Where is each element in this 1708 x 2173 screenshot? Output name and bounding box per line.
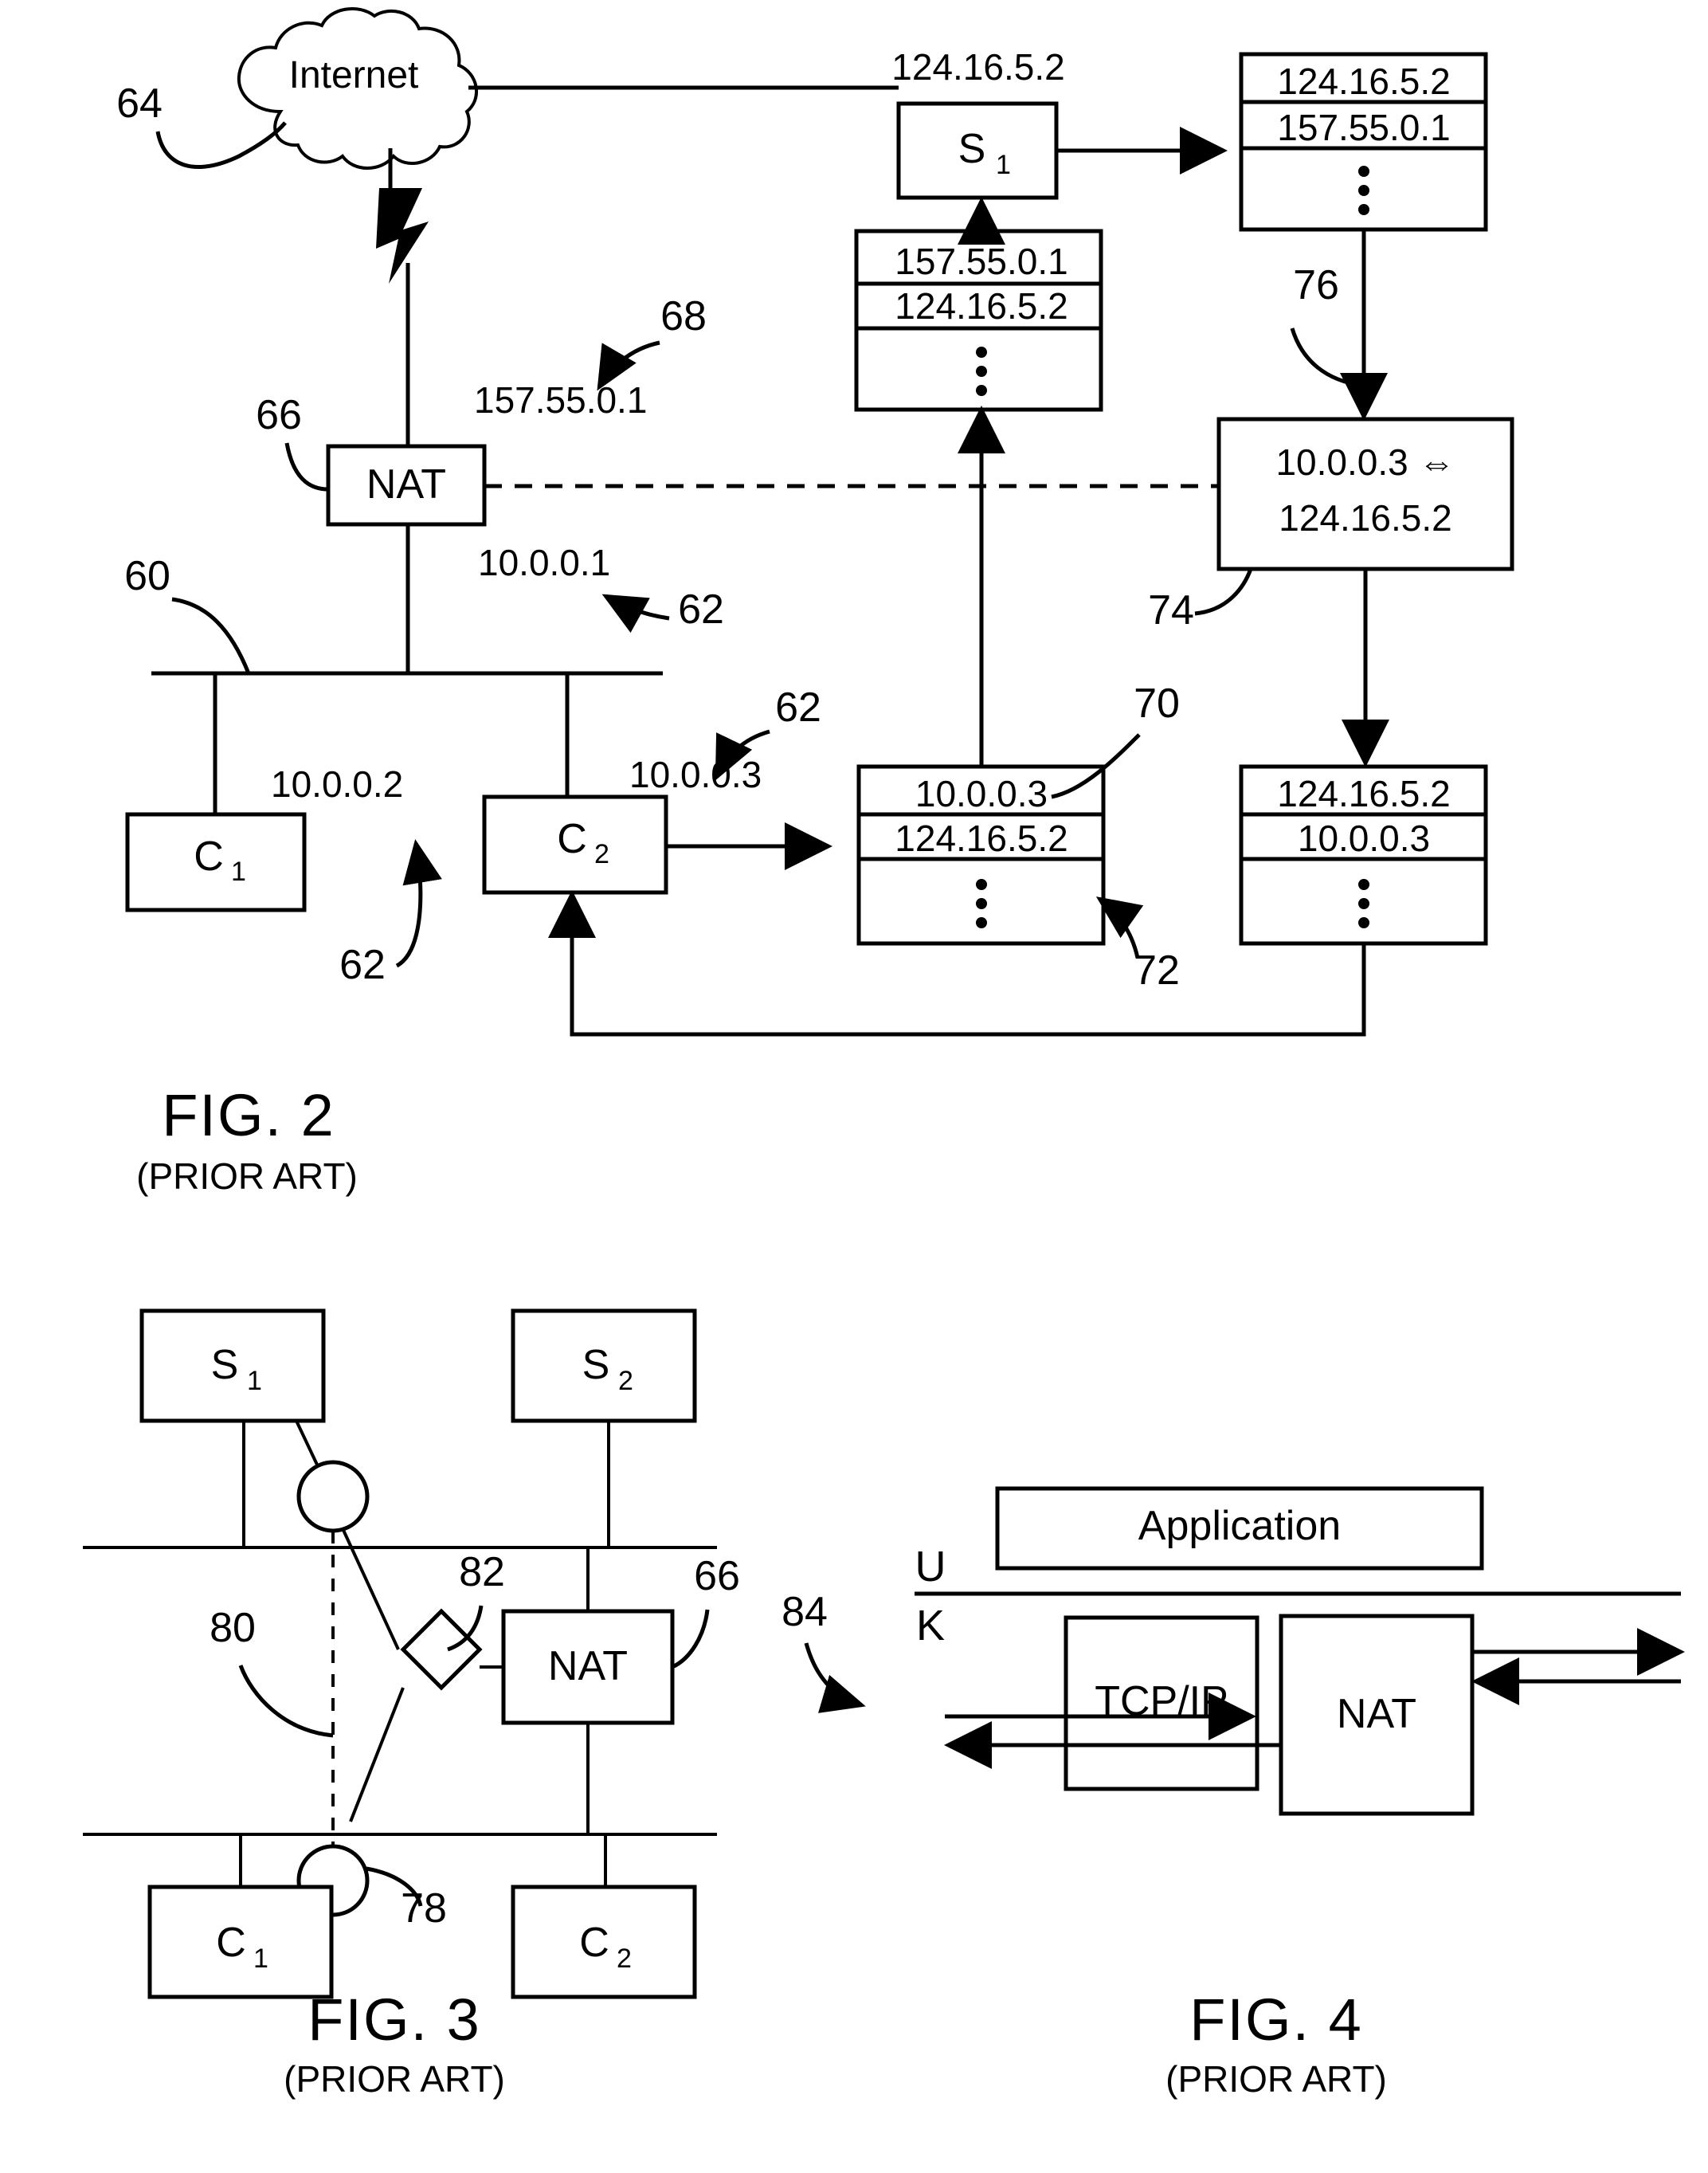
fig4-caption-note: (PRIOR ART) — [1165, 2058, 1387, 2100]
ref-66-fig2: 66 — [256, 392, 329, 492]
ref-76: 76 — [1290, 262, 1365, 388]
kernel-space-label: K — [916, 1602, 945, 1649]
client2-sub-fig2: 2 — [594, 839, 609, 869]
svg-text:124.16.5.2: 124.16.5.2 — [1277, 61, 1450, 102]
nat-label-fig3: NAT — [548, 1643, 628, 1689]
client2-box-fig3: C 2 — [511, 1885, 697, 1999]
ip-server1-label: 124.16.5.2 — [891, 46, 1064, 88]
ref-74: 74 — [1148, 568, 1253, 633]
svg-text:76: 76 — [1293, 262, 1339, 308]
server2-label-fig3: S — [582, 1342, 610, 1388]
ip-client2-label: 10.0.0.3 — [629, 754, 762, 795]
svg-text:66: 66 — [256, 392, 302, 438]
client2-sub-fig3: 2 — [617, 1944, 632, 1974]
nat-mapping-box: 10.0.0.3 ⇔ 124.16.5.2 — [1216, 417, 1514, 571]
svg-text:80: 80 — [210, 1605, 256, 1651]
svg-text:124.16.5.2: 124.16.5.2 — [895, 285, 1068, 327]
client1-label-fig2: C — [194, 834, 224, 880]
ref-80: 80 — [210, 1605, 334, 1738]
ref-78: 78 — [366, 1866, 447, 1932]
svg-text:62: 62 — [339, 942, 386, 988]
svg-text:10.0.0.3: 10.0.0.3 — [1298, 818, 1430, 859]
fig4-caption: FIG. 4 — [1189, 1987, 1363, 2053]
ip-client1-label: 10.0.0.2 — [271, 763, 403, 805]
nat-box-fig3: NAT — [480, 1547, 675, 1834]
ip-nat-private-label: 10.0.0.1 — [478, 542, 610, 583]
svg-text:124.16.5.2: 124.16.5.2 — [1277, 773, 1450, 814]
svg-text:72: 72 — [1134, 947, 1180, 994]
client1-box-fig2: C 1 — [125, 812, 307, 912]
endpoint-circle-top — [295, 1420, 370, 1533]
ref-66-fig3: 66 — [671, 1553, 740, 1669]
svg-text:84: 84 — [782, 1589, 828, 1635]
ref-72: 72 — [1095, 896, 1180, 994]
mapping-line-2: 124.16.5.2 — [1279, 497, 1451, 539]
svg-text:68: 68 — [660, 293, 707, 339]
ref-68: 68 — [597, 293, 707, 391]
packet-s1-reply: 124.16.5.2 157.55.0.1 — [1239, 52, 1488, 232]
svg-text:78: 78 — [401, 1885, 447, 1932]
svg-text:157.55.0.1: 157.55.0.1 — [895, 241, 1068, 282]
fig3-caption: FIG. 3 — [308, 1987, 481, 2053]
svg-text:10.0.0.3: 10.0.0.3 — [915, 773, 1048, 814]
internet-cloud: Internet — [237, 6, 479, 170]
server1-label-fig3: S — [211, 1342, 239, 1388]
wireless-bolt-icon — [376, 148, 429, 321]
patent-drawing-page: Internet 64 NAT 66 157.55.0.1 68 60 10.0… — [0, 0, 1708, 2173]
nat-box-fig2: NAT — [326, 444, 487, 527]
ref-64: 64 — [116, 80, 287, 169]
client2-label-fig3: C — [579, 1920, 609, 1966]
ref-60: 60 — [124, 553, 251, 674]
packet-nat-inbound: 124.16.5.2 10.0.0.3 — [1239, 764, 1488, 946]
server2-box-fig3: S 2 — [511, 1308, 697, 1423]
nat-label-fig4: NAT — [1337, 1691, 1416, 1737]
client1-sub-fig2: 1 — [231, 857, 246, 887]
nat-box-fig4: NAT — [1279, 1614, 1475, 1816]
client2-label-fig2: C — [557, 816, 587, 862]
svg-text:124.16.5.2: 124.16.5.2 — [895, 818, 1068, 859]
fig2-caption: FIG. 2 — [162, 1082, 335, 1148]
ref-84: 84 — [782, 1589, 866, 1713]
client1-box-fig3: C 1 — [147, 1885, 334, 1999]
packet-nat-outbound: 157.55.0.1 124.16.5.2 — [854, 229, 1103, 412]
svg-text:66: 66 — [694, 1553, 740, 1599]
tcpip-box: TCP/IP — [1064, 1615, 1259, 1791]
client1-sub-fig3: 1 — [253, 1944, 268, 1974]
svg-text:82: 82 — [459, 1549, 505, 1595]
server1-box-fig3: S 1 — [139, 1308, 326, 1423]
server1-sub-fig2: 1 — [996, 150, 1011, 180]
application-label: Application — [1138, 1503, 1341, 1549]
server1-box-fig2: S 1 — [896, 101, 1059, 200]
client1-label-fig3: C — [216, 1920, 246, 1966]
internet-label: Internet — [289, 54, 419, 96]
fig3-caption-note: (PRIOR ART) — [284, 2058, 505, 2100]
server2-sub-fig3: 2 — [618, 1366, 633, 1396]
mapping-line-1: 10.0.0.3 ⇔ — [1275, 441, 1455, 483]
nat-label-fig2: NAT — [366, 461, 446, 508]
ref-62-b: 62 — [339, 839, 442, 988]
user-space-label: U — [915, 1543, 946, 1591]
svg-text:157.55.0.1: 157.55.0.1 — [1277, 107, 1450, 148]
svg-text:64: 64 — [116, 80, 163, 127]
server1-label-fig2: S — [958, 126, 986, 172]
ref-62-a: 62 — [601, 586, 724, 633]
svg-text:62: 62 — [775, 684, 821, 731]
fig2-caption-note: (PRIOR ART) — [136, 1155, 358, 1197]
svg-text:74: 74 — [1148, 587, 1194, 633]
drawing-canvas: Internet 64 NAT 66 157.55.0.1 68 60 10.0… — [83, 6, 1685, 2100]
ip-nat-public-label: 157.55.0.1 — [474, 379, 647, 421]
client2-box-fig2: C 2 — [482, 794, 668, 895]
svg-text:60: 60 — [124, 553, 170, 599]
svg-text:70: 70 — [1134, 681, 1180, 727]
application-box: Application — [995, 1486, 1484, 1571]
server1-sub-fig3: 1 — [247, 1366, 262, 1396]
svg-text:62: 62 — [678, 586, 724, 633]
